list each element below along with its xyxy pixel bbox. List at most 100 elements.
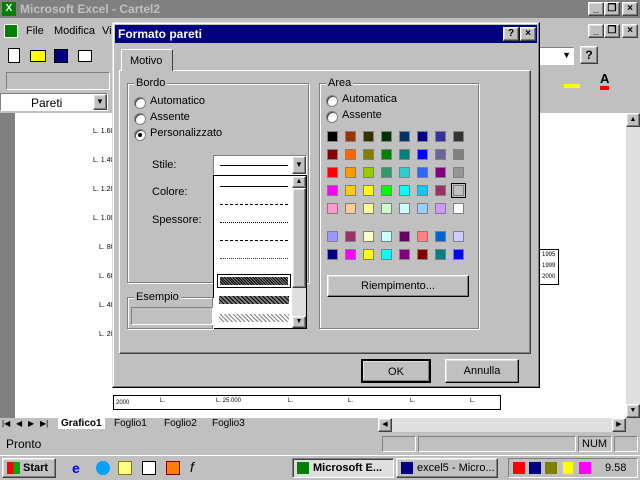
style-option-medium-gray[interactable] [219, 296, 289, 304]
color-swatch[interactable] [363, 203, 374, 214]
color-swatch[interactable] [399, 149, 410, 160]
restore-button[interactable]: ❐ [604, 2, 620, 16]
border-auto-label[interactable]: Automatico [150, 95, 205, 107]
color-swatch[interactable] [327, 185, 338, 196]
color-swatch[interactable] [417, 149, 428, 160]
color-swatch[interactable] [345, 185, 356, 196]
style-select[interactable]: ▼ [213, 155, 307, 175]
color-swatch[interactable] [435, 131, 446, 142]
tray-icon[interactable] [529, 462, 541, 474]
style-list-scrollbar[interactable]: ▲ ▼ [292, 176, 306, 328]
color-swatch[interactable] [399, 167, 410, 178]
color-swatch[interactable] [435, 149, 446, 160]
color-swatch[interactable] [417, 249, 428, 260]
scroll-up-button[interactable]: ▲ [626, 113, 640, 127]
color-swatch[interactable] [327, 203, 338, 214]
tray-icon[interactable] [545, 462, 557, 474]
color-swatch[interactable] [399, 249, 410, 260]
doc-close-button[interactable]: × [622, 24, 638, 38]
open-icon[interactable] [30, 50, 46, 62]
notepad-icon[interactable] [142, 461, 156, 475]
tab-grafico1[interactable]: Grafico1 [58, 418, 105, 429]
color-swatch[interactable] [453, 131, 464, 142]
tab-foglio2[interactable]: Foglio2 [164, 418, 197, 429]
name-box-dropdown-icon[interactable]: ▼ [93, 94, 107, 110]
menu-file[interactable]: File [26, 25, 44, 37]
color-swatch[interactable] [345, 131, 356, 142]
tab-motivo[interactable]: Motivo [121, 49, 173, 71]
speaker-icon[interactable] [563, 462, 573, 474]
color-swatch[interactable] [363, 249, 374, 260]
color-swatch[interactable] [453, 231, 464, 242]
color-swatch[interactable] [363, 185, 374, 196]
ie-icon[interactable]: e [72, 460, 88, 476]
doc-minimize-button[interactable]: _ [588, 24, 604, 38]
cancel-button[interactable]: Annulla [445, 359, 519, 383]
color-swatch[interactable] [381, 231, 392, 242]
style-option-dark-gray[interactable] [217, 274, 291, 288]
fill-color-icon[interactable] [564, 74, 580, 88]
color-swatch[interactable] [381, 203, 392, 214]
color-swatch[interactable] [345, 231, 356, 242]
color-swatch[interactable] [363, 231, 374, 242]
area-none-radio[interactable] [326, 111, 338, 123]
color-swatch[interactable] [417, 167, 428, 178]
color-swatch[interactable] [435, 185, 446, 196]
script-icon[interactable]: f [190, 459, 194, 475]
color-swatch[interactable] [453, 167, 464, 178]
outlook-icon[interactable] [96, 461, 110, 475]
color-swatch[interactable] [363, 131, 374, 142]
hscroll-left-button[interactable]: ◀ [378, 418, 392, 432]
color-swatch[interactable] [435, 167, 446, 178]
color-swatch[interactable] [327, 249, 338, 260]
color-swatch[interactable] [327, 167, 338, 178]
border-custom-radio[interactable] [134, 129, 146, 141]
area-auto-radio[interactable] [326, 95, 338, 107]
color-swatch[interactable] [435, 249, 446, 260]
color-swatch[interactable] [453, 249, 464, 260]
style-list-thumb[interactable] [292, 188, 306, 288]
color-swatch[interactable] [417, 185, 428, 196]
color-swatch[interactable] [381, 249, 392, 260]
new-icon[interactable] [8, 48, 20, 63]
task-excel[interactable]: Microsoft E... [292, 458, 394, 478]
color-swatch[interactable] [345, 149, 356, 160]
save-icon[interactable] [54, 49, 68, 63]
border-none-radio[interactable] [134, 113, 146, 125]
color-swatch[interactable] [381, 131, 392, 142]
tray-icon[interactable] [513, 462, 525, 474]
style-list-up-button[interactable]: ▲ [292, 176, 306, 188]
chart-legend[interactable]: 1995 1999 2000 [539, 249, 559, 285]
border-none-label[interactable]: Assente [150, 111, 190, 123]
font-color-icon[interactable]: A [600, 72, 610, 90]
vertical-scrollbar[interactable]: ▲ ▼ [626, 113, 640, 418]
style-option-dashdot[interactable] [220, 240, 288, 241]
hscroll-right-button[interactable]: ▶ [612, 418, 626, 432]
style-option-light-gray[interactable] [219, 314, 289, 322]
close-button[interactable]: × [622, 2, 638, 16]
color-swatch[interactable] [345, 167, 356, 178]
doc-restore-button[interactable]: ❐ [604, 24, 620, 38]
color-swatch[interactable] [345, 249, 356, 260]
tab-foglio1[interactable]: Foglio1 [114, 418, 147, 429]
color-swatch[interactable] [399, 131, 410, 142]
fill-effects-button[interactable]: Riempimento... [327, 275, 469, 297]
color-swatch[interactable] [345, 203, 356, 214]
zoom-box[interactable]: ▼ [536, 47, 574, 65]
color-swatch[interactable] [399, 203, 410, 214]
tab-prev-icon[interactable]: ◀ [16, 419, 22, 428]
color-swatch[interactable] [417, 231, 428, 242]
color-swatch[interactable] [417, 203, 428, 214]
color-palette[interactable] [327, 131, 475, 267]
color-swatch[interactable] [381, 185, 392, 196]
color-swatch[interactable] [381, 149, 392, 160]
color-swatch[interactable] [363, 149, 374, 160]
style-option-dot[interactable] [220, 222, 288, 223]
ok-button[interactable]: OK [361, 359, 431, 383]
color-swatch[interactable] [453, 149, 464, 160]
programs-icon[interactable] [166, 461, 180, 475]
area-none-label[interactable]: Assente [342, 109, 382, 121]
color-swatch[interactable] [399, 185, 410, 196]
border-custom-label[interactable]: Personalizzato [150, 127, 222, 139]
color-swatch[interactable] [417, 131, 428, 142]
